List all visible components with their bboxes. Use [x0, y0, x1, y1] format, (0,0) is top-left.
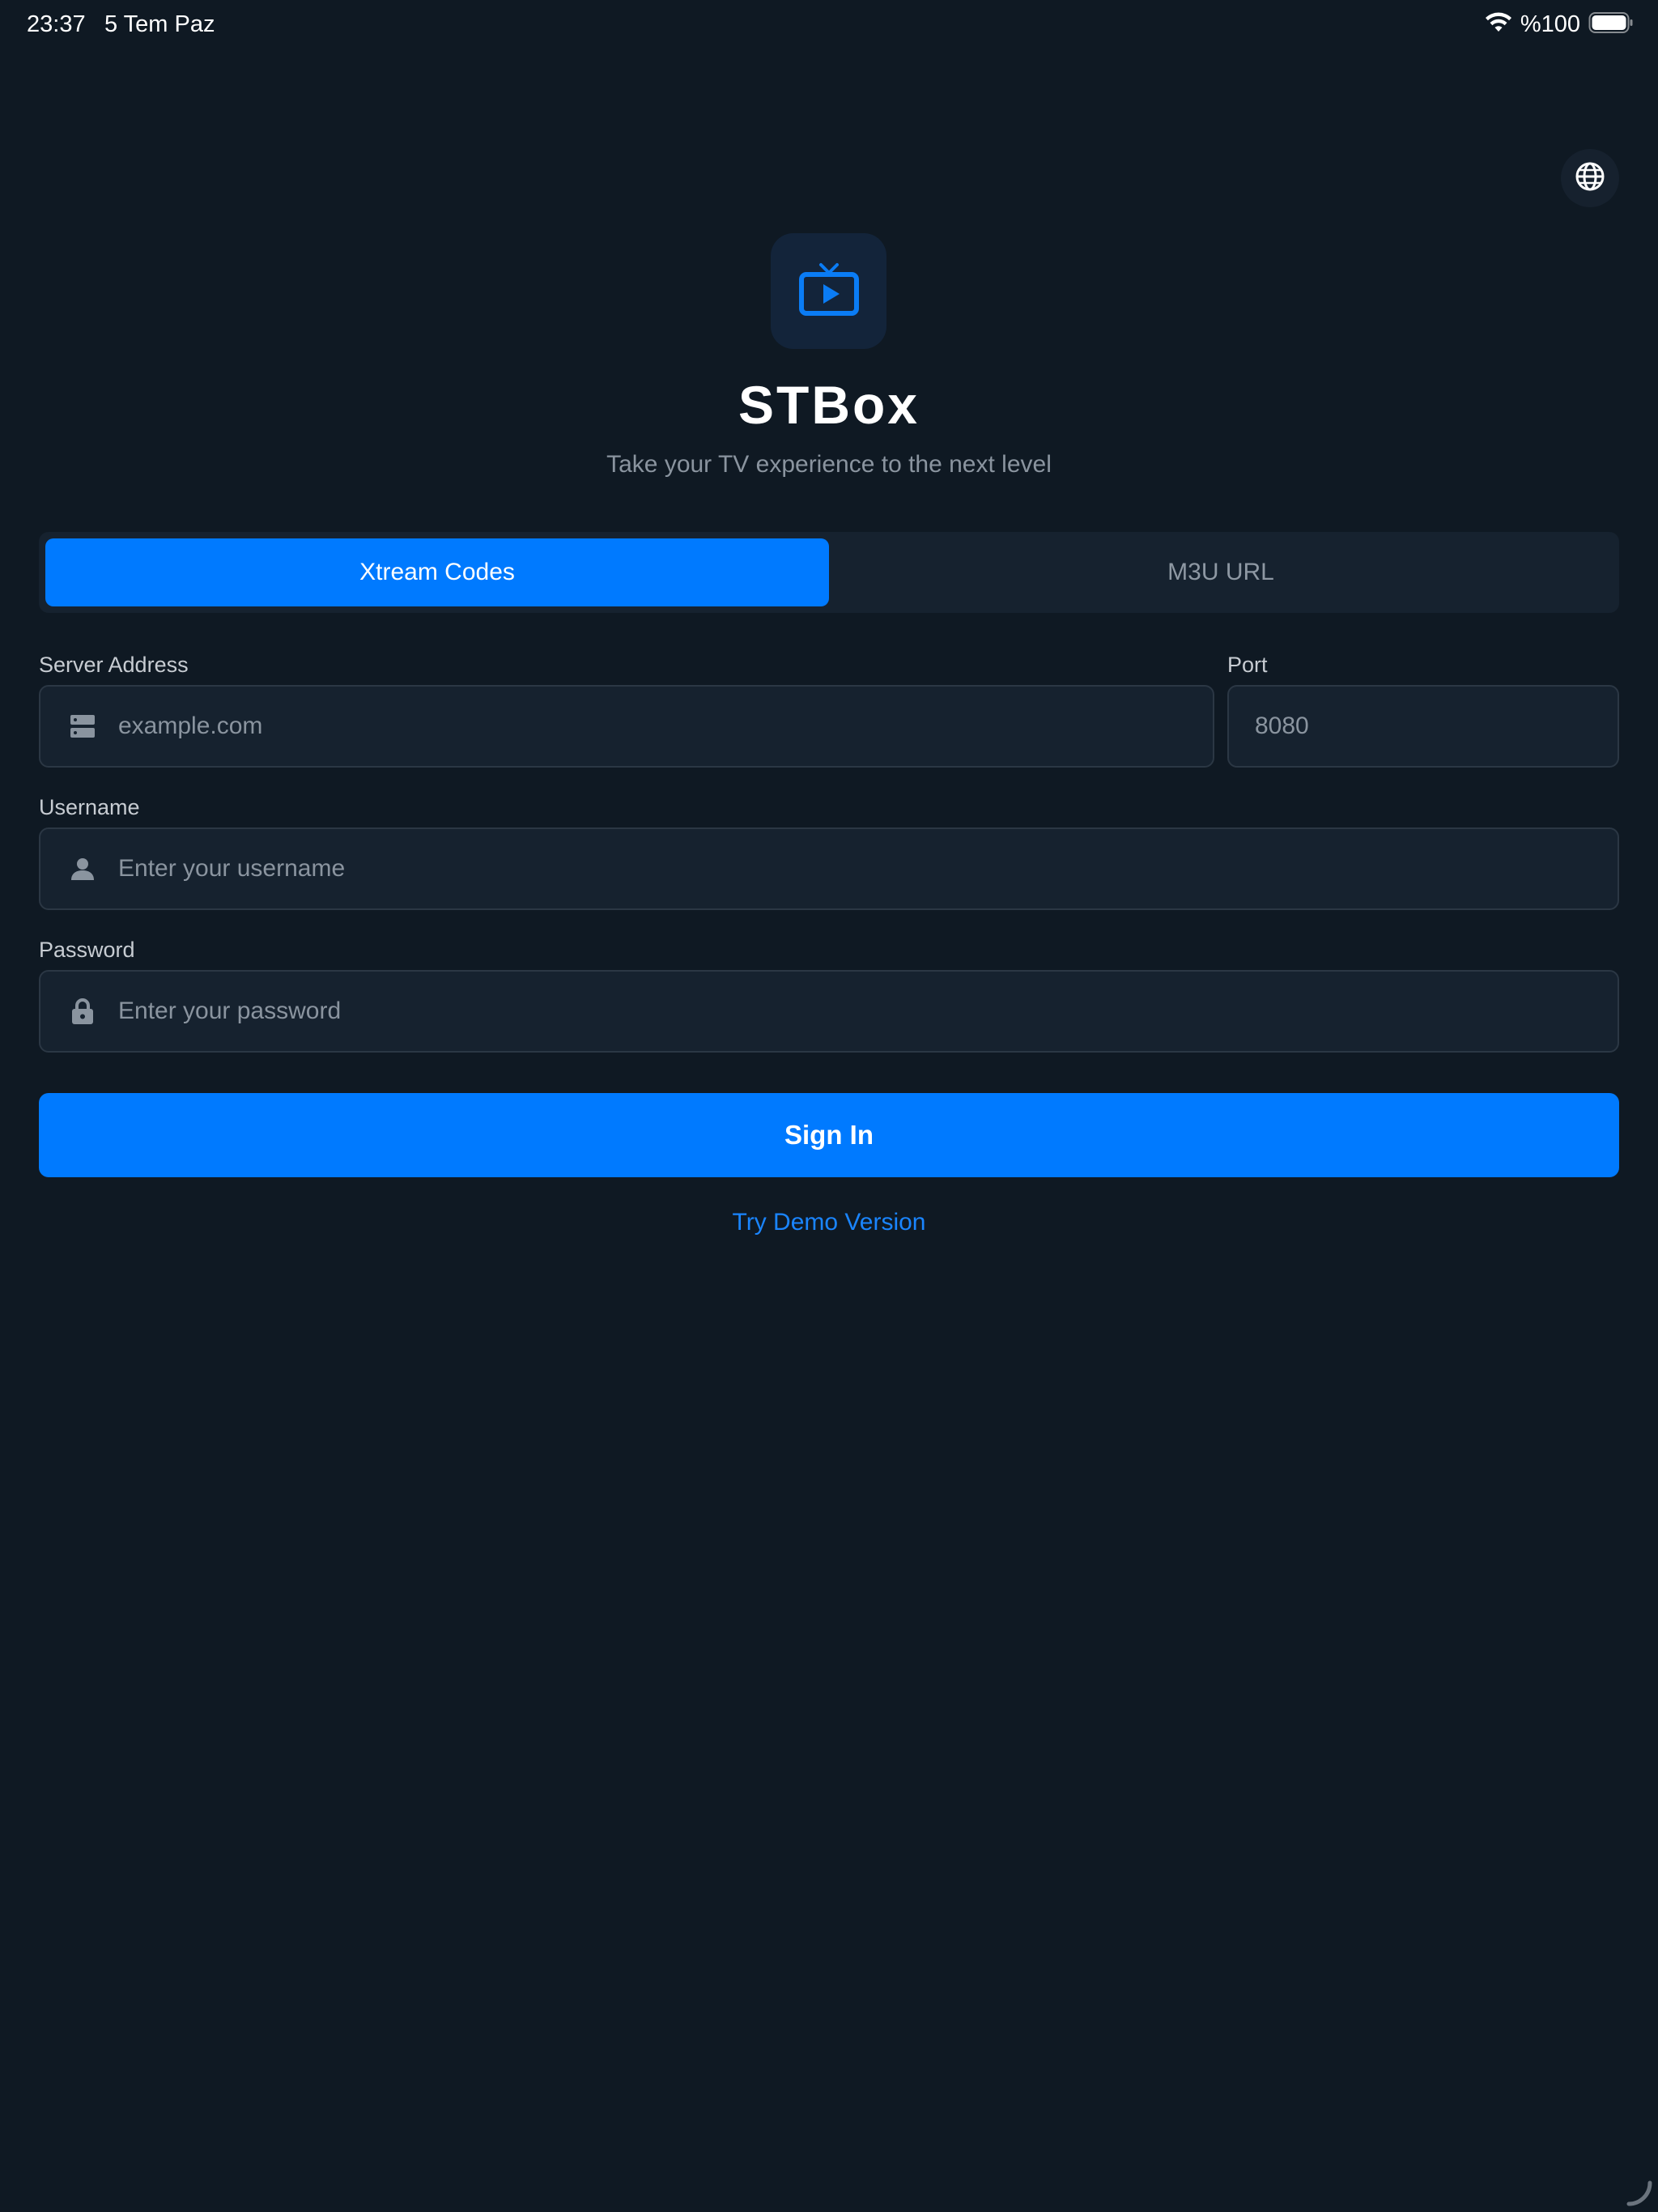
username-label: Username [39, 795, 140, 819]
status-date: 5 Tem Paz [104, 11, 215, 37]
try-demo-link[interactable]: Try Demo Version [0, 1209, 1658, 1236]
username-input[interactable] [118, 829, 1618, 908]
username-field[interactable] [39, 827, 1619, 910]
app-title: STBox [738, 375, 920, 435]
server-icon [66, 710, 99, 742]
port-input[interactable] [1255, 687, 1618, 766]
server-address-input[interactable] [118, 687, 1213, 766]
battery-icon [1588, 11, 1634, 38]
password-label: Password [39, 938, 135, 962]
password-input[interactable] [118, 972, 1618, 1051]
tab-m3u-url[interactable]: M3U URL [829, 538, 1613, 606]
server-address-label: Server Address [39, 653, 189, 677]
tab-xtream-codes[interactable]: Xtream Codes [45, 538, 829, 606]
person-icon [66, 853, 99, 885]
language-button[interactable] [1561, 149, 1619, 207]
sign-in-button[interactable]: Sign In [39, 1093, 1619, 1177]
resize-handle-icon[interactable] [1624, 2178, 1653, 2207]
server-address-field[interactable] [39, 685, 1214, 768]
battery-percentage: %100 [1520, 11, 1580, 37]
wifi-icon [1485, 12, 1512, 37]
password-field[interactable] [39, 970, 1619, 1053]
status-time: 23:37 [27, 11, 86, 37]
status-indicators: %100 [1485, 10, 1634, 39]
login-type-tabs: Xtream Codes M3U URL [39, 532, 1619, 613]
app-subtitle: Take your TV experience to the next leve… [606, 451, 1052, 478]
port-label: Port [1227, 653, 1268, 677]
status-bar: 23:37 5 Tem Paz %100 [0, 0, 1658, 52]
port-field[interactable] [1227, 685, 1619, 768]
lock-icon [66, 995, 99, 1027]
globe-icon [1574, 160, 1606, 197]
app-logo [771, 233, 886, 349]
tv-play-icon [798, 262, 860, 321]
